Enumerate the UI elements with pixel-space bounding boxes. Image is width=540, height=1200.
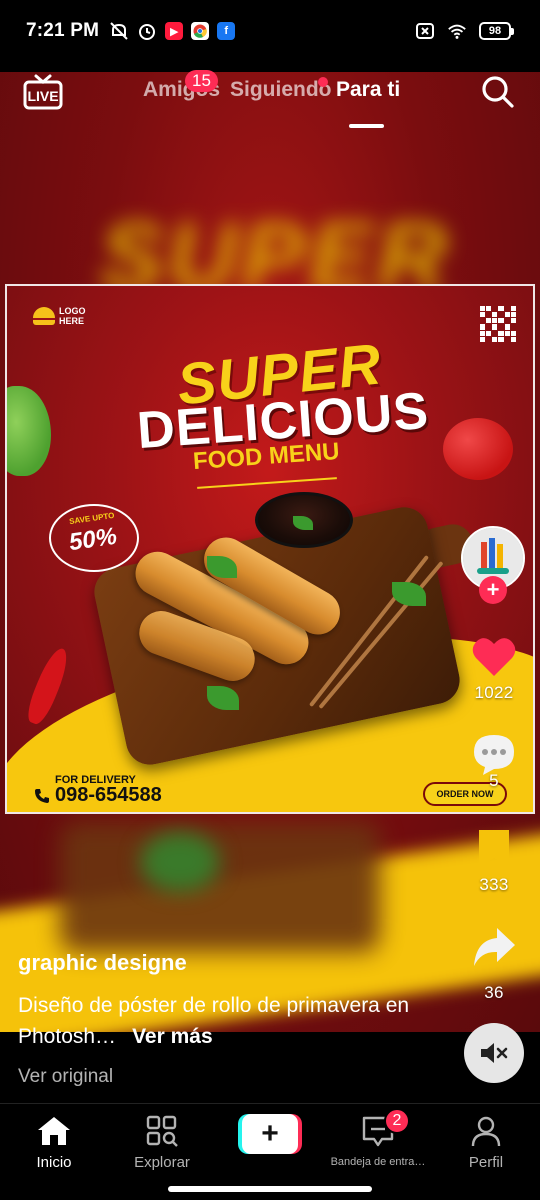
comment-icon <box>474 735 514 775</box>
burger-icon <box>33 307 55 325</box>
chrome-icon <box>191 22 210 40</box>
nav-explorar-label: Explorar <box>134 1154 190 1171</box>
phone-icon <box>35 788 49 803</box>
home-indicator[interactable] <box>168 1186 372 1192</box>
mute-icon <box>109 21 129 41</box>
follow-button[interactable]: + <box>479 576 507 604</box>
description-text: Diseño de póster de rollo de primavera e… <box>18 994 410 1048</box>
tab-siguiendo[interactable]: Siguiendo <box>230 78 332 102</box>
tab-para-ti[interactable]: Para ti <box>336 78 400 102</box>
comment-count: 5 <box>489 771 499 790</box>
heart-icon <box>472 638 516 676</box>
nav-inicio[interactable]: Inicio <box>0 1114 108 1171</box>
alarm-icon <box>137 21 157 41</box>
live-tv-icon: LIVE <box>23 74 63 110</box>
bookmark-icon <box>479 830 509 868</box>
delivery-phone: 098-654588 <box>33 784 162 807</box>
status-left-icons: ▶ f <box>109 21 236 41</box>
qr-code-icon <box>480 306 516 342</box>
create-button[interactable]: + <box>238 1114 302 1154</box>
video-caption: graphic designe Diseño de póster de roll… <box>18 950 458 1052</box>
status-time: 7:21 PM <box>26 20 100 41</box>
svg-text:LIVE: LIVE <box>27 88 58 104</box>
sim-icon <box>415 21 435 41</box>
inbox-badge: 2 <box>384 1108 410 1134</box>
delivery-phone-number: 098-654588 <box>55 784 162 806</box>
explore-grid-icon <box>146 1115 178 1147</box>
nav-bandeja-label: Bandeja de entra… <box>330 1156 426 1168</box>
creator-username[interactable]: graphic designe <box>18 950 458 976</box>
siguiendo-dot <box>318 77 328 87</box>
comment-action[interactable]: 5 <box>456 732 532 791</box>
search-button[interactable] <box>480 74 516 110</box>
facebook-icon: f <box>217 22 236 40</box>
battery-level: 98 <box>479 22 511 40</box>
like-action[interactable]: 1022 <box>456 636 532 703</box>
see-more-link[interactable]: Ver más <box>132 1025 213 1048</box>
video-description: Diseño de póster de rollo de primavera e… <box>18 990 458 1052</box>
nav-perfil[interactable]: Perfil <box>432 1114 540 1171</box>
plus-icon: + <box>242 1114 298 1154</box>
nav-inicio-label: Inicio <box>36 1154 72 1171</box>
wifi-icon <box>447 21 467 41</box>
status-right-icons: 98 <box>415 21 514 41</box>
battery-icon: 98 <box>479 22 514 40</box>
like-count: 1022 <box>474 683 514 702</box>
nav-perfil-label: Perfil <box>468 1154 504 1171</box>
save-action[interactable]: 333 <box>456 828 532 895</box>
profile-icon <box>471 1116 501 1147</box>
lettuce-image <box>7 386 51 476</box>
live-button[interactable]: LIVE <box>22 72 64 112</box>
save-count: 333 <box>479 875 509 894</box>
top-nav: LIVE Amigos 15 Siguiendo Para ti <box>0 70 540 132</box>
home-icon <box>38 1117 70 1145</box>
amigos-badge: 15 <box>185 70 218 92</box>
speaker-muted-icon <box>481 1043 508 1063</box>
poster-headline-underline <box>197 477 337 489</box>
poster-logo-text: LOGO HERE <box>59 306 86 326</box>
search-icon <box>482 76 514 108</box>
share-count: 36 <box>484 983 504 1002</box>
active-tab-indicator <box>349 124 384 128</box>
share-action[interactable]: 36 <box>456 926 532 1003</box>
youtube-icon: ▶ <box>165 22 184 40</box>
unmute-button[interactable] <box>464 1023 524 1083</box>
nav-bandeja[interactable]: 2 Bandeja de entra… <box>324 1108 432 1168</box>
poster-logo: LOGO HERE <box>33 306 95 326</box>
nav-explorar[interactable]: Explorar <box>108 1114 216 1171</box>
status-bar: 7:21 PM ▶ f 98 <box>0 0 540 62</box>
see-original-link[interactable]: Ver original <box>18 1066 113 1088</box>
share-icon <box>474 928 515 966</box>
tomato-image <box>443 418 513 480</box>
